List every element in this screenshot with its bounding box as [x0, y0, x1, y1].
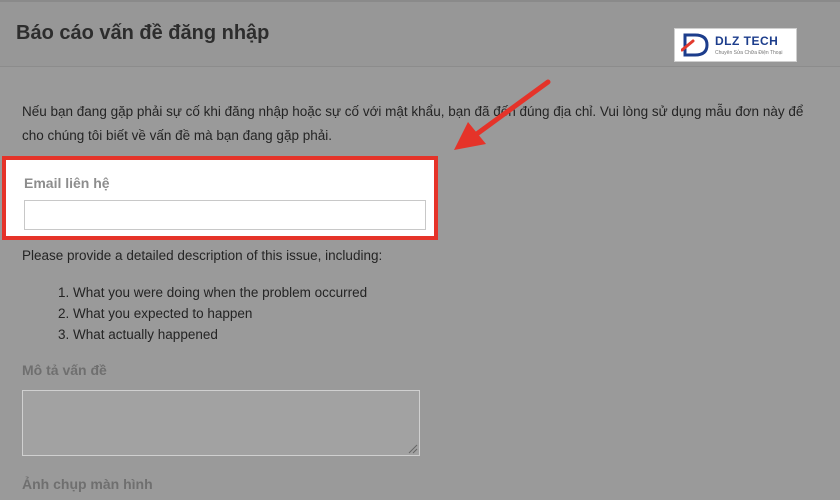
screenshot-label: Ảnh chụp màn hình: [22, 476, 153, 492]
list-item: 3. What actually happened: [58, 327, 218, 342]
page-header: Báo cáo vấn đề đăng nhập DLZ TECH Chuyên…: [0, 2, 840, 67]
steps-list: 1. What you were doing when the problem …: [58, 282, 367, 345]
intro-text: Nếu bạn đang gặp phải sự cố khi đăng nhậ…: [22, 104, 804, 143]
red-arrow-icon: [454, 79, 551, 150]
email-highlight-box: Email liên hệ: [2, 156, 438, 240]
resize-handle-icon[interactable]: [408, 444, 418, 454]
logo-tagline: Chuyên Sửa Chữa Điện Thoại: [715, 50, 783, 56]
list-item: 2. What you expected to happen: [58, 306, 253, 321]
issue-description-label: Mô tả vấn đề: [22, 362, 107, 378]
dlz-tech-logo: DLZ TECH Chuyên Sửa Chữa Điện Thoại: [674, 28, 797, 62]
email-field[interactable]: [24, 200, 426, 230]
issue-description-field[interactable]: [22, 390, 420, 456]
email-label: Email liên hệ: [24, 175, 110, 191]
logo-text: DLZ TECH: [715, 34, 779, 48]
logo-icon: [681, 33, 709, 57]
description-prompt: Please provide a detailed description of…: [22, 248, 383, 263]
list-item: 1. What you were doing when the problem …: [58, 285, 368, 300]
report-form-page: Báo cáo vấn đề đăng nhập DLZ TECH Chuyên…: [0, 0, 840, 500]
page-title: Báo cáo vấn đề đăng nhập: [16, 22, 270, 44]
